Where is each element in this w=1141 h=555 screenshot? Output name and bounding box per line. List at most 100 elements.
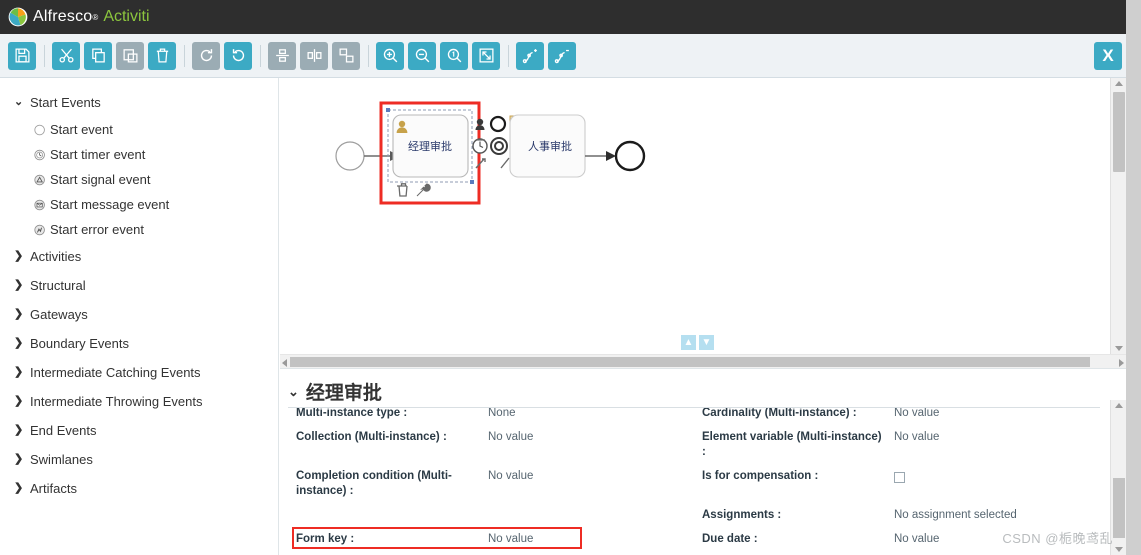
sidebar-group-boundary-events[interactable]: ❯ Boundary Events [0, 329, 278, 358]
scroll-right-arrow-icon[interactable] [1119, 359, 1124, 367]
cut-button[interactable] [52, 41, 80, 70]
toolbar-separator [508, 44, 509, 67]
chevron-down-icon: ⌄ [288, 383, 299, 399]
property-value[interactable]: None [484, 408, 694, 425]
sidebar-item-label: Start message event [50, 197, 170, 212]
remove-bendpoint-button[interactable] [548, 41, 576, 70]
paste-button[interactable] [116, 41, 144, 70]
remove-bendpoint-icon [554, 49, 569, 64]
property-value[interactable]: No value [890, 425, 1100, 449]
circle-event-icon[interactable] [489, 115, 507, 133]
property-cell: Due date : No value [694, 527, 1100, 551]
sidebar-group-label: Intermediate Throwing Events [30, 394, 203, 409]
sidebar-group-end-events[interactable]: ❯ End Events [0, 416, 278, 445]
bpmn-canvas[interactable]: 经理审批 人事审批 [280, 78, 1126, 367]
toolbar-separator [44, 44, 45, 67]
sidebar-group-activities[interactable]: ❯ Activities [0, 242, 278, 271]
sidebar-group-gateways[interactable]: ❯ Gateways [0, 300, 278, 329]
property-value[interactable]: No assignment selected [890, 503, 1100, 527]
property-cell: Element variable (Multi-instance) : No v… [694, 425, 1100, 464]
scissors-icon [58, 48, 74, 63]
scroll-left-arrow-icon[interactable] [282, 359, 287, 367]
same-size-button[interactable] [332, 41, 360, 70]
canvas-vertical-scrollbar[interactable] [1110, 78, 1126, 354]
property-cell: Collection (Multi-instance) : No value [288, 425, 694, 449]
zoom-actual-button[interactable] [440, 41, 468, 70]
sidebar-item-start-event[interactable]: Start event [0, 117, 278, 142]
property-value[interactable]: No value [484, 425, 694, 449]
property-value[interactable]: No value [484, 552, 694, 555]
timer-event-icon[interactable] [472, 138, 488, 154]
start-event-shape[interactable] [335, 141, 365, 171]
property-label: Collection (Multi-instance) : [296, 431, 447, 444]
zoom-fit-button[interactable] [472, 41, 500, 70]
chevron-right-icon: ❯ [14, 279, 24, 291]
property-value[interactable]: No value [890, 408, 1100, 425]
chevron-right-icon: ❯ [14, 308, 24, 320]
paste-icon [122, 49, 138, 63]
property-value[interactable]: No value [484, 464, 694, 488]
scroll-up-arrow-icon[interactable] [1115, 81, 1123, 86]
property-value[interactable]: No form properties selected [890, 552, 1100, 555]
sidebar-item-start-message-event[interactable]: Start message event [0, 192, 278, 217]
sidebar-group-label: Boundary Events [30, 336, 130, 351]
add-bendpoint-button[interactable] [516, 41, 544, 70]
property-label: Cardinality (Multi-instance) : [702, 407, 857, 419]
properties-panel-header[interactable]: ⌄ 经理审批 [280, 369, 1126, 411]
toolbar-separator [260, 44, 261, 67]
line-flow-icon[interactable] [500, 157, 510, 169]
user-task-icon[interactable] [476, 118, 484, 126]
scroll-up-arrow-icon[interactable] [1115, 403, 1123, 408]
user-figure-icon[interactable] [475, 125, 485, 130]
delete-shape-icon[interactable] [397, 183, 408, 197]
scroll-down-arrow-icon[interactable] [1115, 346, 1123, 351]
sidebar-group-intermediate-throwing-events[interactable]: ❯ Intermediate Throwing Events [0, 387, 278, 416]
panel-resize-controls: ▲ ▼ [681, 335, 714, 350]
canvas-hscroll-thumb[interactable] [290, 357, 1090, 367]
sidebar-item-label: Start error event [50, 222, 144, 237]
properties-table: Multi-instance type : None Cardinality (… [288, 407, 1100, 555]
canvas-vscroll-thumb[interactable] [1113, 92, 1125, 172]
sidebar-item-label: Start signal event [50, 172, 151, 187]
circle-thin-icon [34, 124, 45, 135]
delete-button[interactable] [148, 41, 176, 70]
property-value[interactable]: No value [484, 527, 694, 551]
is-for-compensation-checkbox[interactable] [894, 472, 905, 484]
sidebar-group-intermediate-catching-events[interactable]: ❯ Intermediate Catching Events [0, 358, 278, 387]
resize-handle-tl[interactable] [386, 108, 390, 112]
close-editor-button[interactable]: X [1094, 42, 1122, 70]
canvas-horizontal-scrollbar[interactable] [280, 354, 1126, 368]
undo-button[interactable] [224, 41, 252, 70]
add-bendpoint-icon [522, 49, 537, 64]
sidebar-group-start-events[interactable]: ⌄ Start Events [0, 88, 278, 117]
panel-collapse-up-button[interactable]: ▲ [681, 335, 696, 350]
sidebar-item-start-error-event[interactable]: Start error event [0, 217, 278, 242]
sidebar-item-start-signal-event[interactable]: Start signal event [0, 167, 278, 192]
sidebar-group-artifacts[interactable]: ❯ Artifacts [0, 474, 278, 503]
save-button[interactable] [8, 41, 36, 70]
align-vertical-button[interactable] [268, 41, 296, 70]
toolbar-separator [368, 44, 369, 67]
table-row: Priority : No value Form properties : No… [288, 552, 1100, 555]
edit-shape-icon[interactable] [416, 183, 431, 197]
properties-vertical-scrollbar[interactable] [1110, 400, 1126, 555]
end-event-shape[interactable] [614, 140, 646, 172]
sidebar-group-structural[interactable]: ❯ Structural [0, 271, 278, 300]
redo-arrow-icon [200, 49, 212, 62]
panel-collapse-down-button[interactable]: ▼ [699, 335, 714, 350]
redo-button[interactable] [192, 41, 220, 70]
copy-button[interactable] [84, 41, 112, 70]
property-value[interactable]: No value [890, 527, 1100, 551]
property-cell: Assignments : No assignment selected [694, 503, 1100, 527]
sidebar-item-start-timer-event[interactable]: Start timer event [0, 142, 278, 167]
copy-icon [91, 48, 105, 63]
double-circle-icon[interactable] [490, 137, 508, 155]
align-horizontal-button[interactable] [300, 41, 328, 70]
zoom-out-button[interactable] [408, 41, 436, 70]
sidebar-group-swimlanes[interactable]: ❯ Swimlanes [0, 445, 278, 474]
resize-handle-br[interactable] [470, 180, 474, 184]
zoom-in-button[interactable] [376, 41, 404, 70]
properties-vscroll-thumb[interactable] [1113, 478, 1125, 538]
window-vertical-scrollbar[interactable] [1126, 0, 1141, 555]
scroll-down-arrow-icon[interactable] [1115, 547, 1123, 552]
